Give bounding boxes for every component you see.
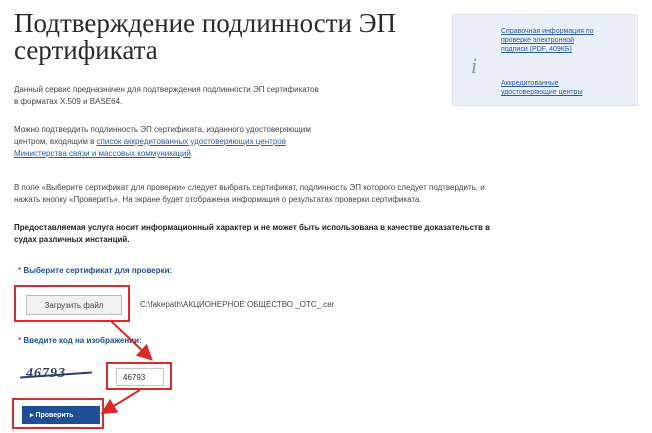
annotation-arrows	[100, 319, 153, 415]
arrow-upload-to-captcha	[109, 319, 153, 361]
arrow-captcha-to-button	[100, 389, 141, 415]
